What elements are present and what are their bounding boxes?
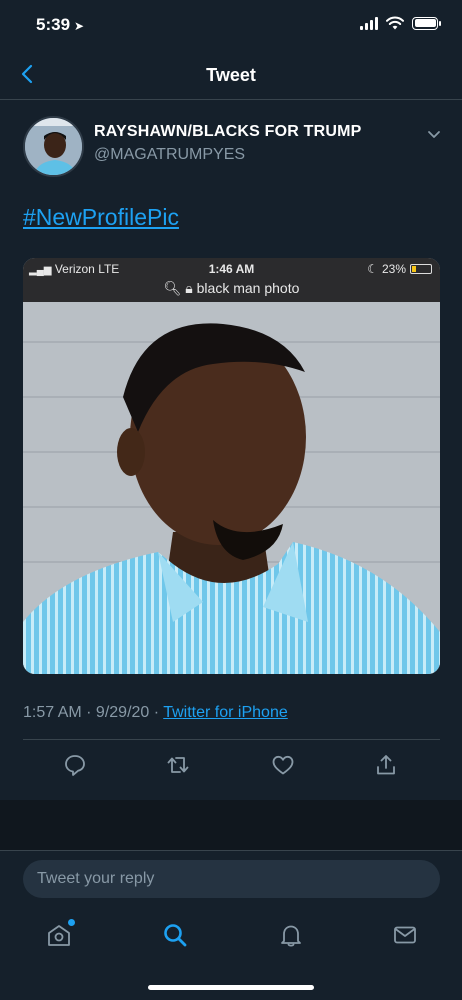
share-icon[interactable]	[374, 753, 398, 777]
embedded-battery-text: 23%	[381, 262, 406, 276]
navigation-bar: Tweet	[0, 50, 462, 100]
status-time: 5:39 ➤	[36, 15, 84, 35]
mail-icon	[394, 926, 416, 944]
avatar[interactable]	[23, 116, 84, 177]
location-arrow-icon: ➤	[74, 19, 85, 33]
tab-notifications[interactable]	[278, 922, 304, 948]
embedded-status-bar: ▂▄▆ Verizon LTE 1:46 AM ☾ 23%	[23, 258, 440, 280]
tweet-detail: RAYSHAWN/BLACKS FOR TRUMP @MAGATRUMPYES …	[0, 100, 462, 800]
tweet-timestamp: 1:57 AM · 9/29/20 ·	[23, 704, 164, 721]
wifi-icon	[386, 16, 404, 30]
status-time-text: 5:39	[36, 15, 71, 34]
like-heart-icon[interactable]	[271, 753, 295, 777]
search-icon	[164, 924, 187, 947]
search-icon: 🔍︎	[163, 280, 182, 296]
tweet-media-image[interactable]: ▂▄▆ Verizon LTE 1:46 AM ☾ 23% 🔍︎ 🔒︎ blac…	[23, 258, 440, 674]
bell-icon	[281, 925, 301, 947]
reply-icon[interactable]	[63, 753, 87, 777]
author-name[interactable]: RAYSHAWN/BLACKS FOR TRUMP	[94, 123, 362, 141]
portrait-photo	[23, 302, 440, 674]
avatar-photo	[25, 118, 82, 175]
lock-icon: 🔒︎	[185, 280, 193, 296]
moon-icon: ☾	[367, 262, 378, 276]
section-separator	[0, 800, 462, 850]
tweet-actions	[23, 740, 440, 790]
tab-home[interactable]	[46, 919, 75, 948]
tab-messages[interactable]	[392, 922, 418, 948]
notification-dot	[68, 919, 75, 926]
battery-icon	[412, 16, 441, 30]
reply-input[interactable]	[23, 860, 440, 898]
tweet-source-link[interactable]: Twitter for iPhone	[163, 704, 288, 721]
reply-composer	[0, 850, 462, 910]
tweet-meta: 1:57 AM · 9/29/20 · Twitter for iPhone	[23, 704, 288, 722]
chevron-down-icon[interactable]	[426, 126, 442, 142]
home-indicator	[148, 985, 314, 990]
cellular-signal-icon	[360, 16, 378, 30]
embedded-battery: ☾ 23%	[367, 262, 432, 276]
home-icon	[48, 925, 70, 946]
hashtag-link[interactable]: #NewProfilePic	[23, 204, 179, 231]
status-bar: 5:39 ➤	[0, 0, 462, 50]
embedded-battery-icon	[410, 264, 432, 274]
embedded-url-bar: 🔍︎ 🔒︎ black man photo	[23, 280, 440, 302]
retweet-icon[interactable]	[166, 753, 190, 777]
page-title: Tweet	[206, 65, 256, 85]
embedded-url-text: black man photo	[196, 280, 300, 296]
tab-search[interactable]	[162, 922, 188, 948]
author-handle[interactable]: @MAGATRUMPYES	[94, 146, 245, 164]
status-indicators	[360, 16, 441, 30]
